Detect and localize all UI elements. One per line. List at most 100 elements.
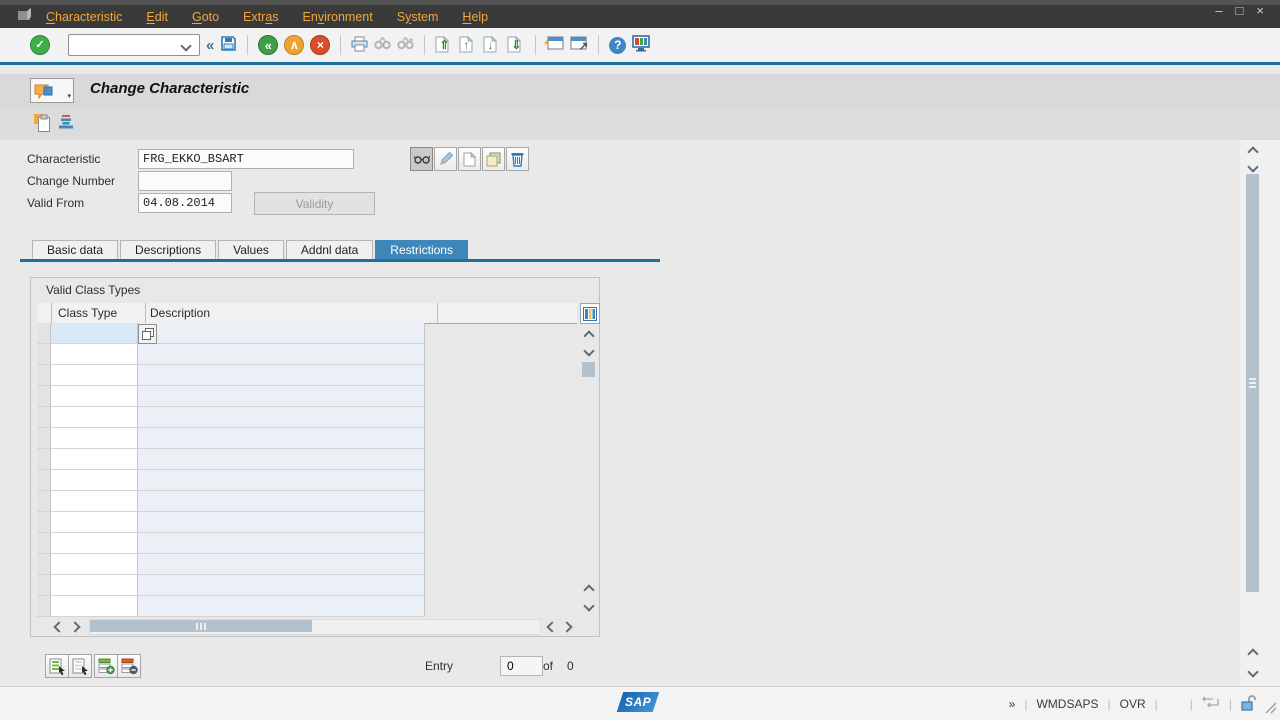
- row-select-cell[interactable]: [37, 323, 51, 344]
- delete-row-icon[interactable]: [117, 654, 141, 678]
- change-number-input[interactable]: [138, 171, 232, 191]
- enter-icon[interactable]: ✓: [30, 35, 50, 55]
- table-horizontal-scrollbar-track[interactable]: [89, 619, 541, 635]
- characteristic-input[interactable]: [138, 149, 354, 169]
- help-icon[interactable]: ?: [609, 37, 626, 54]
- row-select-cell[interactable]: [37, 407, 51, 428]
- class-type-cell[interactable]: [51, 386, 138, 407]
- maximize-button[interactable]: □: [1236, 3, 1244, 18]
- valid-from-input[interactable]: [138, 193, 232, 213]
- main-scroll-up-icon[interactable]: [1244, 143, 1261, 158]
- row-select-cell[interactable]: [37, 596, 51, 617]
- class-type-cell[interactable]: [51, 575, 138, 596]
- main-scroll-up-bottom-icon[interactable]: [1244, 645, 1261, 660]
- status-insert-mode[interactable]: OVR: [1120, 697, 1146, 711]
- row-select-cell[interactable]: [37, 344, 51, 365]
- column-header-description[interactable]: Description: [146, 303, 438, 323]
- menu-extras[interactable]: Extras: [243, 10, 278, 24]
- main-scroll-down-bottom-icon[interactable]: [1244, 666, 1261, 681]
- class-type-cell[interactable]: [51, 449, 138, 470]
- services-for-object-button[interactable]: ▾: [30, 78, 74, 103]
- class-type-cell[interactable]: [51, 365, 138, 386]
- chevron-down-icon[interactable]: [180, 40, 191, 51]
- menu-goto[interactable]: Goto: [192, 10, 219, 24]
- command-input[interactable]: [72, 36, 182, 54]
- status-overflow-icon[interactable]: »: [1009, 697, 1016, 711]
- cancel-icon[interactable]: ×: [310, 35, 330, 55]
- find-next-icon[interactable]: [397, 37, 414, 53]
- find-icon[interactable]: [374, 37, 391, 53]
- first-page-icon[interactable]: ⇑: [435, 36, 453, 54]
- collapse-toolbar-icon[interactable]: «: [206, 37, 214, 54]
- row-select-cell[interactable]: [37, 575, 51, 596]
- next-page-icon[interactable]: ↓: [483, 36, 501, 54]
- tab-values[interactable]: Values: [218, 240, 284, 259]
- menu-environment[interactable]: Environment: [303, 10, 373, 24]
- close-button[interactable]: ×: [1256, 3, 1264, 18]
- table-scroll-down-bottom-icon[interactable]: [580, 600, 597, 615]
- menu-system[interactable]: System: [397, 10, 439, 24]
- class-type-cell[interactable]: [51, 407, 138, 428]
- class-type-cell[interactable]: [51, 512, 138, 533]
- create-shortcut-icon[interactable]: ↗: [570, 36, 588, 54]
- tab-basic-data[interactable]: Basic data: [32, 240, 118, 259]
- tab-descriptions[interactable]: Descriptions: [120, 240, 216, 259]
- column-header-class-type[interactable]: Class Type: [52, 303, 146, 323]
- class-type-cell[interactable]: [51, 554, 138, 575]
- save-icon[interactable]: [220, 35, 237, 55]
- table-scroll-left-end-icon[interactable]: [542, 619, 559, 634]
- display-icon[interactable]: [410, 147, 433, 171]
- table-scroll-right-icon[interactable]: [68, 619, 85, 634]
- table-scroll-right-end-icon[interactable]: [560, 619, 577, 634]
- resize-grip-icon[interactable]: [1264, 701, 1277, 717]
- delete-icon[interactable]: [506, 147, 529, 171]
- menu-help[interactable]: Help: [462, 10, 488, 24]
- possible-entries-icon[interactable]: [138, 324, 157, 344]
- row-select-cell[interactable]: [37, 512, 51, 533]
- row-select-cell[interactable]: [37, 386, 51, 407]
- class-type-cell[interactable]: [51, 533, 138, 554]
- tab-restrictions[interactable]: Restrictions: [375, 240, 468, 259]
- edit-icon[interactable]: [434, 147, 457, 171]
- row-select-cell[interactable]: [37, 428, 51, 449]
- sort-icon[interactable]: [58, 115, 74, 134]
- class-type-cell[interactable]: [51, 428, 138, 449]
- row-select-cell[interactable]: [37, 365, 51, 386]
- last-page-icon[interactable]: ⇓: [507, 36, 525, 54]
- row-select-cell[interactable]: [37, 449, 51, 470]
- class-type-cell[interactable]: [51, 344, 138, 365]
- command-field[interactable]: [68, 34, 200, 56]
- table-settings-icon[interactable]: [580, 303, 600, 324]
- insert-row-icon[interactable]: [94, 654, 118, 678]
- system-menu-icon[interactable]: [17, 7, 35, 24]
- validity-button[interactable]: Validity: [254, 192, 375, 215]
- row-select-cell[interactable]: [37, 491, 51, 512]
- tab-addnl-data[interactable]: Addnl data: [286, 240, 373, 259]
- back-icon[interactable]: «: [258, 35, 278, 55]
- gui-settings-icon[interactable]: [632, 35, 650, 55]
- print-icon[interactable]: [351, 36, 368, 55]
- menu-characteristic[interactable]: Characteristic: [46, 10, 122, 24]
- class-type-cell[interactable]: [51, 596, 138, 617]
- class-type-cell[interactable]: [51, 323, 138, 344]
- row-select-cell[interactable]: [37, 533, 51, 554]
- row-select-cell[interactable]: [37, 470, 51, 491]
- status-system-id[interactable]: WMDSAPS: [1036, 697, 1098, 711]
- class-type-cell[interactable]: [51, 491, 138, 512]
- entry-number-input[interactable]: [500, 656, 543, 676]
- row-select-cell[interactable]: [37, 554, 51, 575]
- new-session-icon[interactable]: *: [546, 36, 564, 54]
- copy-icon[interactable]: [482, 147, 505, 171]
- select-all-column-header[interactable]: [37, 303, 52, 323]
- previous-page-icon[interactable]: ↑: [459, 36, 477, 54]
- table-scroll-up-bottom-icon[interactable]: [580, 581, 597, 596]
- table-scroll-down-icon[interactable]: [580, 345, 597, 360]
- lock-object-icon[interactable]: [34, 114, 51, 136]
- minimize-button[interactable]: –: [1215, 3, 1222, 18]
- table-vertical-scrollbar-thumb[interactable]: [582, 362, 595, 377]
- select-all-rows-icon[interactable]: [45, 654, 69, 678]
- create-icon[interactable]: [458, 147, 481, 171]
- class-type-cell[interactable]: [51, 470, 138, 491]
- table-scroll-left-icon[interactable]: [49, 619, 66, 634]
- menu-edit[interactable]: Edit: [146, 10, 168, 24]
